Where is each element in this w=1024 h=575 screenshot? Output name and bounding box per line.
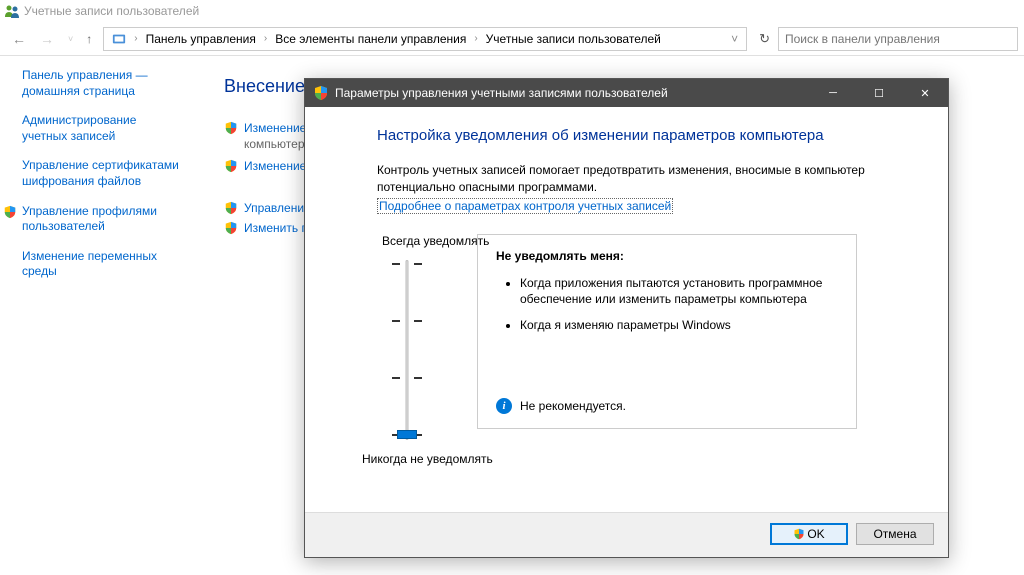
breadcrumb-item[interactable]: Панель управления	[142, 32, 260, 46]
info-heading: Не уведомлять меня:	[496, 249, 838, 263]
shield-icon	[3, 205, 17, 219]
cancel-button-label: Отмена	[873, 527, 916, 541]
breadcrumb-dropdown[interactable]: ˅	[727, 32, 742, 46]
learn-more-link[interactable]: Подробнее о параметрах контроля учетных …	[377, 198, 673, 214]
ok-button[interactable]: OK	[770, 523, 848, 545]
breadcrumb[interactable]: › Панель управления › Все элементы панел…	[103, 27, 747, 51]
dialog-footer: OK Отмена	[305, 512, 948, 557]
control-panel-icon	[108, 32, 130, 46]
sidebar-link-env-vars[interactable]: Изменение переменных среды	[22, 249, 184, 280]
users-icon	[4, 3, 20, 19]
sidebar-link-admin-accounts[interactable]: Администрирование учетных записей	[22, 113, 184, 144]
dialog-body: Настройка уведомления об изменении парам…	[305, 107, 948, 512]
recommendation-text: Не рекомендуется.	[520, 399, 626, 413]
slider-thumb[interactable]	[397, 430, 417, 439]
maximize-button[interactable]: ☐	[856, 79, 902, 107]
breadcrumb-sep[interactable]: ›	[260, 33, 271, 44]
refresh-button[interactable]: ↻	[753, 31, 776, 47]
info-list: Когда приложения пытаются установить про…	[496, 275, 838, 334]
breadcrumb-item[interactable]: Все элементы панели управления	[271, 32, 470, 46]
slider-column: Всегда уведомлять Никогда не уведомлять	[387, 234, 427, 466]
breadcrumb-item[interactable]: Учетные записи пользователей	[482, 32, 665, 46]
close-button[interactable]: ✕	[902, 79, 948, 107]
sidebar-link-profiles[interactable]: Управление профилями пользователей	[3, 204, 184, 235]
slider-label-never: Никогда не уведомлять	[362, 452, 427, 466]
shield-icon	[224, 121, 238, 135]
sidebar-link-home[interactable]: Панель управления — домашняя страница	[22, 68, 184, 99]
slider-tick	[392, 263, 422, 264]
sidebar: Панель управления — домашняя страница Ад…	[0, 56, 200, 575]
minimize-button[interactable]: ─	[810, 79, 856, 107]
cancel-button[interactable]: Отмена	[856, 523, 934, 545]
nav-up-button[interactable]: ↑	[81, 30, 97, 48]
shield-icon	[224, 221, 238, 235]
dialog-description: Контроль учетных записей помогает предот…	[377, 162, 880, 196]
slider-tick	[392, 377, 422, 378]
shield-icon	[224, 201, 238, 215]
search-input[interactable]	[785, 32, 1011, 46]
nav-back-button[interactable]: ←	[6, 29, 32, 49]
slider-label-always: Всегда уведомлять	[382, 234, 427, 248]
slider-rail	[406, 260, 409, 440]
slider-tick	[392, 320, 422, 321]
task-link[interactable]: Изменить п	[244, 221, 308, 235]
window-title-bar: Учетные записи пользователей	[0, 0, 1024, 22]
task-link[interactable]: Изменение	[244, 159, 306, 173]
shield-icon	[313, 85, 329, 101]
info-icon: i	[496, 398, 512, 414]
nav-forward-button[interactable]: →	[34, 29, 60, 49]
recommendation-row: i Не рекомендуется.	[496, 398, 626, 414]
info-item: Когда я изменяю параметры Windows	[520, 317, 838, 333]
uac-slider[interactable]	[387, 260, 427, 440]
slider-area: Всегда уведомлять Никогда не уведомлять …	[387, 234, 880, 466]
window-title: Учетные записи пользователей	[24, 4, 199, 18]
dialog-title-bar[interactable]: Параметры управления учетными записями п…	[305, 79, 948, 107]
dialog-heading: Настройка уведомления об изменении парам…	[377, 127, 880, 144]
nav-recent-dropdown[interactable]: ˅	[62, 32, 79, 46]
notification-info-box: Не уведомлять меня: Когда приложения пыт…	[477, 234, 857, 429]
search-box[interactable]	[778, 27, 1018, 51]
breadcrumb-sep[interactable]: ›	[470, 33, 481, 44]
shield-icon	[793, 528, 805, 540]
ok-button-label: OK	[807, 527, 824, 541]
task-link[interactable]: Управление	[244, 201, 311, 215]
sidebar-link-cert-mgmt[interactable]: Управление сертификатами шифрования файл…	[22, 158, 184, 189]
shield-icon	[224, 159, 238, 173]
task-link[interactable]: Изменение	[244, 121, 306, 135]
info-item: Когда приложения пытаются установить про…	[520, 275, 838, 307]
dialog-title: Параметры управления учетными записями п…	[335, 86, 810, 100]
nav-bar: ← → ˅ ↑ › Панель управления › Все элемен…	[0, 22, 1024, 56]
uac-settings-dialog: Параметры управления учетными записями п…	[304, 78, 949, 558]
breadcrumb-sep[interactable]: ›	[130, 33, 141, 44]
